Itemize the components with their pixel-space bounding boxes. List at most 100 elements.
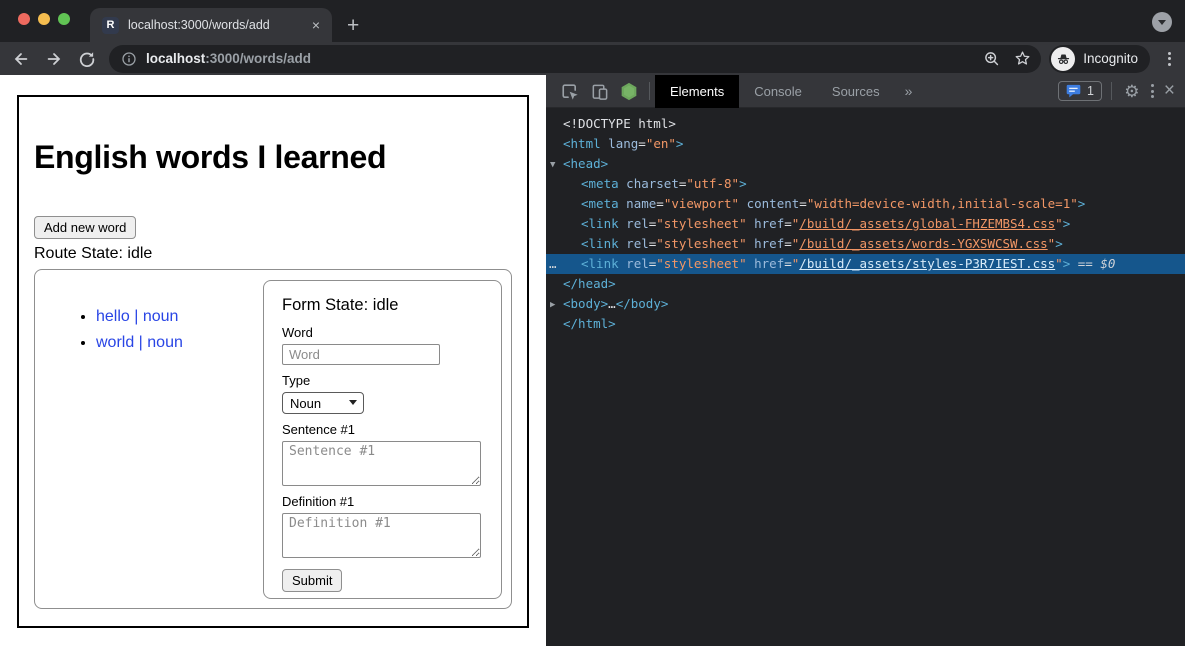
reload-button[interactable]: [74, 46, 100, 72]
code-token: =: [799, 196, 807, 211]
code-token: /build/_assets/global-FHZEMBS4.css: [799, 216, 1055, 231]
bookmark-star-icon[interactable]: [1014, 50, 1031, 67]
window-controls: [18, 13, 70, 25]
code-token: name: [619, 196, 657, 211]
code-token: href: [747, 216, 785, 231]
word-link-world[interactable]: world | noun: [96, 334, 183, 351]
line-gutter-ellipsis[interactable]: …: [549, 254, 558, 274]
type-select[interactable]: Noun: [282, 392, 364, 414]
tab-console[interactable]: Console: [739, 75, 817, 108]
code-token: /build/_assets/words-YGXSWCSW.css: [799, 236, 1047, 251]
toolbar-divider: [649, 82, 650, 100]
tab-sources[interactable]: Sources: [817, 75, 895, 108]
browser-toolbar: localhost:3000/words/add Incognito: [0, 42, 1185, 75]
devtools-menu-button[interactable]: [1147, 80, 1158, 102]
forward-arrow-icon: [45, 50, 63, 68]
code-line[interactable]: <link rel="stylesheet" href="/build/_ass…: [546, 214, 1185, 234]
incognito-label: Incognito: [1083, 51, 1138, 66]
code-token: ": [1055, 216, 1063, 231]
expand-arrow-closed-icon[interactable]: ▶: [550, 295, 555, 315]
console-messages-badge[interactable]: 1: [1058, 81, 1102, 101]
close-window-button[interactable]: [18, 13, 30, 25]
forward-button[interactable]: [41, 46, 67, 72]
zoom-icon[interactable]: [983, 50, 1000, 67]
back-arrow-icon: [12, 50, 30, 68]
new-tab-button[interactable]: +: [347, 15, 359, 36]
code-token: <html: [563, 136, 601, 151]
code-token: content: [739, 196, 799, 211]
add-new-word-button[interactable]: Add new word: [34, 216, 136, 239]
code-token: rel: [619, 216, 649, 231]
code-token: =: [656, 196, 664, 211]
code-token: rel: [619, 256, 649, 271]
devtools-settings-button[interactable]: ⚙: [1117, 75, 1147, 108]
definition-textarea[interactable]: [282, 513, 481, 558]
tab-elements[interactable]: Elements: [655, 75, 739, 108]
sentence-textarea[interactable]: [282, 441, 481, 486]
code-token: == $0: [1070, 256, 1115, 271]
toolbar-divider: [1111, 82, 1112, 100]
code-line[interactable]: <html lang="en">: [546, 134, 1185, 154]
code-line[interactable]: </html>: [546, 314, 1185, 334]
code-token: <meta: [581, 176, 619, 191]
tab-search-button[interactable]: [1152, 12, 1172, 32]
close-tab-icon[interactable]: ×: [310, 16, 322, 34]
word-list: hello | noun world | noun: [43, 308, 263, 608]
more-tabs-button[interactable]: »: [895, 83, 923, 99]
expand-arrow-open-icon[interactable]: ▼: [550, 155, 555, 175]
code-token: <!DOCTYPE html>: [563, 116, 676, 131]
code-line[interactable]: ▼<head>: [546, 154, 1185, 174]
inspect-element-button[interactable]: [554, 75, 584, 108]
url-host: localhost: [146, 51, 205, 66]
fullscreen-window-button[interactable]: [58, 13, 70, 25]
word-link-hello[interactable]: hello | noun: [96, 308, 178, 325]
tab-strip: R localhost:3000/words/add × +: [0, 0, 1185, 42]
devtools-code: <!DOCTYPE html><html lang="en">▼<head><m…: [546, 108, 1185, 646]
code-line[interactable]: </head>: [546, 274, 1185, 294]
code-token: "viewport": [664, 196, 739, 211]
device-toolbar-button[interactable]: [584, 75, 614, 108]
address-bar[interactable]: localhost:3000/words/add: [109, 45, 1041, 73]
code-token: <link: [581, 236, 619, 251]
code-line[interactable]: <link rel="stylesheet" href="/build/_ass…: [546, 234, 1185, 254]
minimize-window-button[interactable]: [38, 13, 50, 25]
browser-tab[interactable]: R localhost:3000/words/add ×: [90, 8, 332, 42]
extension-button[interactable]: [614, 75, 644, 108]
code-token: =: [638, 136, 646, 151]
browser-menu-button[interactable]: [1164, 48, 1175, 70]
code-token: "stylesheet": [656, 256, 746, 271]
tab-title: localhost:3000/words/add: [128, 18, 301, 32]
code-token: lang: [601, 136, 639, 151]
code-line[interactable]: ▶ <body>…</body>: [546, 294, 1185, 314]
word-label: Word: [282, 325, 483, 340]
code-token: <link: [581, 256, 619, 271]
inspect-cursor-icon: [560, 82, 579, 101]
back-button[interactable]: [8, 46, 34, 72]
form-state-text: Form State: idle: [282, 296, 483, 315]
devtools-close-button[interactable]: ×: [1158, 81, 1185, 102]
page-info-icon[interactable]: [121, 51, 137, 67]
code-token: charset: [619, 176, 679, 191]
chevron-down-icon: [1158, 20, 1166, 25]
submit-button[interactable]: Submit: [282, 569, 342, 592]
code-token: </body>: [616, 296, 669, 311]
code-token: …: [608, 296, 616, 311]
code-line[interactable]: <meta charset="utf-8">: [546, 174, 1185, 194]
sentence-label: Sentence #1: [282, 422, 483, 437]
node-hexagon-icon: [620, 82, 638, 101]
code-token: >: [1063, 216, 1071, 231]
add-word-form: Form State: idle Word Type Noun Sentence…: [263, 280, 502, 599]
word-input[interactable]: [282, 344, 440, 365]
code-token: "stylesheet": [656, 236, 746, 251]
code-line[interactable]: <!DOCTYPE html>: [546, 114, 1185, 134]
incognito-avatar: [1051, 47, 1075, 71]
code-token: <body>: [563, 296, 608, 311]
code-line[interactable]: <meta name="viewport" content="width=dev…: [546, 194, 1185, 214]
page-title: English words I learned: [34, 139, 512, 176]
code-line-selected[interactable]: …<link rel="stylesheet" href="/build/_as…: [546, 254, 1185, 274]
message-bubble-icon: [1066, 84, 1081, 98]
content-area: English words I learned Add new word Rou…: [0, 75, 1185, 646]
code-token: rel: [619, 236, 649, 251]
code-token: href: [747, 256, 785, 271]
incognito-badge[interactable]: Incognito: [1049, 45, 1150, 73]
